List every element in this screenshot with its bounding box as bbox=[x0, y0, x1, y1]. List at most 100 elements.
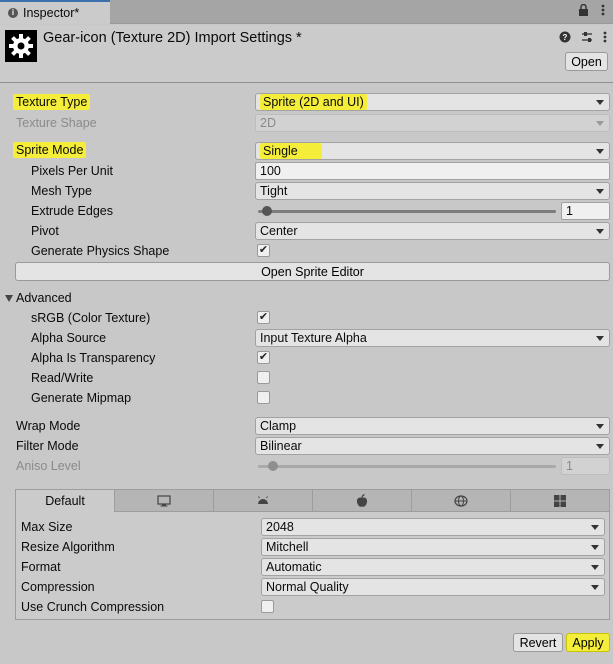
generate-physics-shape-checkbox[interactable]: ✔ bbox=[257, 244, 270, 257]
pixels-per-unit-label: Pixels Per Unit bbox=[31, 164, 113, 178]
tab-default-label: Default bbox=[45, 494, 85, 508]
texture-shape-dropdown: 2D bbox=[255, 114, 610, 132]
format-dropdown[interactable]: Automatic bbox=[261, 558, 605, 576]
pixels-per-unit-field[interactable]: 100 bbox=[255, 162, 610, 180]
mesh-type-value: Tight bbox=[260, 184, 288, 198]
generate-physics-shape-label: Generate Physics Shape bbox=[31, 244, 170, 258]
tab-ios[interactable] bbox=[313, 490, 412, 512]
texture-shape-value: 2D bbox=[260, 116, 276, 130]
max-size-value: 2048 bbox=[266, 520, 294, 534]
sprite-mode-value: Single bbox=[260, 143, 322, 159]
read-write-checkbox[interactable] bbox=[257, 371, 270, 384]
aniso-level-label: Aniso Level bbox=[16, 459, 81, 473]
pivot-value: Center bbox=[260, 224, 298, 238]
apply-button[interactable]: Apply bbox=[566, 633, 610, 652]
texture-type-dropdown[interactable]: Sprite (2D and UI) bbox=[255, 93, 610, 111]
chevron-down-icon bbox=[591, 545, 599, 550]
wrap-mode-value: Clamp bbox=[260, 419, 297, 433]
kebab-icon[interactable] bbox=[601, 4, 605, 19]
inspector-tab[interactable]: i Inspector* bbox=[0, 0, 110, 24]
chevron-down-icon bbox=[596, 444, 604, 449]
kebab-icon[interactable] bbox=[603, 31, 607, 46]
page-title: Gear-icon (Texture 2D) Import Settings * bbox=[43, 30, 302, 46]
aniso-level-slider-thumb bbox=[267, 461, 278, 471]
alpha-source-dropdown[interactable]: Input Texture Alpha bbox=[255, 329, 610, 347]
open-sprite-editor-button[interactable]: Open Sprite Editor bbox=[15, 262, 610, 281]
texture-type-value: Sprite (2D and UI) bbox=[260, 94, 367, 110]
filter-mode-value: Bilinear bbox=[260, 439, 302, 453]
compression-dropdown[interactable]: Normal Quality bbox=[261, 578, 605, 596]
extrude-edges-slider-track[interactable] bbox=[258, 210, 556, 213]
chevron-down-icon bbox=[591, 585, 599, 590]
monitor-icon bbox=[157, 494, 171, 506]
compression-value: Normal Quality bbox=[266, 580, 349, 594]
android-icon bbox=[258, 495, 268, 504]
pivot-dropdown[interactable]: Center bbox=[255, 222, 610, 240]
chevron-down-icon bbox=[596, 100, 604, 105]
tab-webgl[interactable] bbox=[412, 490, 511, 512]
use-crunch-compression-checkbox[interactable] bbox=[261, 600, 274, 613]
format-label: Format bbox=[21, 560, 61, 574]
alpha-is-transparency-checkbox[interactable]: ✔ bbox=[257, 351, 270, 364]
sprite-mode-dropdown[interactable]: Single bbox=[255, 142, 610, 160]
lock-icon[interactable] bbox=[578, 3, 589, 19]
sliders-icon[interactable] bbox=[581, 31, 593, 46]
aniso-level-slider-track bbox=[258, 465, 556, 468]
texture-shape-label: Texture Shape bbox=[16, 116, 97, 130]
aniso-level-field: 1 bbox=[561, 457, 610, 475]
webgl-icon bbox=[454, 494, 468, 507]
tab-android[interactable] bbox=[214, 490, 313, 512]
help-icon[interactable]: ? bbox=[559, 31, 571, 46]
sprite-mode-label: Sprite Mode bbox=[13, 142, 87, 158]
windows-icon bbox=[554, 494, 566, 507]
texture-type-label: Texture Type bbox=[13, 94, 91, 110]
svg-text:?: ? bbox=[563, 33, 568, 42]
chevron-down-icon bbox=[591, 565, 599, 570]
tab-bar: i Inspector* bbox=[0, 0, 613, 24]
platform-tabs: Default bbox=[16, 490, 609, 512]
chevron-down-icon bbox=[596, 121, 604, 126]
chevron-down-icon bbox=[596, 424, 604, 429]
inspector-header: Gear-icon (Texture 2D) Import Settings *… bbox=[0, 25, 613, 83]
resize-algorithm-dropdown[interactable]: Mitchell bbox=[261, 538, 605, 556]
extrude-edges-field[interactable]: 1 bbox=[561, 202, 610, 220]
extrude-edges-label: Extrude Edges bbox=[31, 204, 113, 218]
chevron-down-icon bbox=[596, 149, 604, 154]
chevron-down-icon bbox=[596, 336, 604, 341]
srgb-label: sRGB (Color Texture) bbox=[31, 311, 151, 325]
platform-settings-panel: Default Max Size 2048 Resize Algorithm M… bbox=[15, 489, 610, 620]
chevron-down-icon bbox=[596, 229, 604, 234]
extrude-edges-slider-thumb[interactable] bbox=[261, 206, 272, 216]
read-write-label: Read/Write bbox=[31, 371, 94, 385]
filter-mode-label: Filter Mode bbox=[16, 439, 79, 453]
max-size-dropdown[interactable]: 2048 bbox=[261, 518, 605, 536]
alpha-source-value: Input Texture Alpha bbox=[260, 331, 367, 345]
tab-default[interactable]: Default bbox=[16, 490, 115, 512]
foldout-arrow-icon[interactable] bbox=[5, 295, 13, 302]
revert-button[interactable]: Revert bbox=[513, 633, 563, 652]
alpha-source-label: Alpha Source bbox=[31, 331, 107, 345]
filter-mode-dropdown[interactable]: Bilinear bbox=[255, 437, 610, 455]
generate-mipmap-checkbox[interactable] bbox=[257, 391, 270, 404]
use-crunch-compression-label: Use Crunch Compression bbox=[21, 600, 165, 614]
chevron-down-icon bbox=[591, 525, 599, 530]
pivot-label: Pivot bbox=[31, 224, 59, 238]
tab-windows[interactable] bbox=[511, 490, 609, 512]
open-button[interactable]: Open bbox=[565, 52, 608, 71]
chevron-down-icon bbox=[596, 189, 604, 194]
info-icon: i bbox=[8, 8, 18, 18]
generate-mipmap-label: Generate Mipmap bbox=[31, 391, 132, 405]
tab-standalone[interactable] bbox=[115, 490, 214, 512]
mesh-type-dropdown[interactable]: Tight bbox=[255, 182, 610, 200]
wrap-mode-label: Wrap Mode bbox=[16, 419, 81, 433]
compression-label: Compression bbox=[21, 580, 95, 594]
format-value: Automatic bbox=[266, 560, 322, 574]
max-size-label: Max Size bbox=[21, 520, 73, 534]
advanced-foldout-label[interactable]: Advanced bbox=[16, 291, 72, 305]
alpha-is-transparency-label: Alpha Is Transparency bbox=[31, 351, 156, 365]
resize-algorithm-value: Mitchell bbox=[266, 540, 309, 554]
wrap-mode-dropdown[interactable]: Clamp bbox=[255, 417, 610, 435]
apple-icon bbox=[356, 493, 368, 507]
srgb-checkbox[interactable]: ✔ bbox=[257, 311, 270, 324]
texture-preview bbox=[5, 30, 37, 62]
